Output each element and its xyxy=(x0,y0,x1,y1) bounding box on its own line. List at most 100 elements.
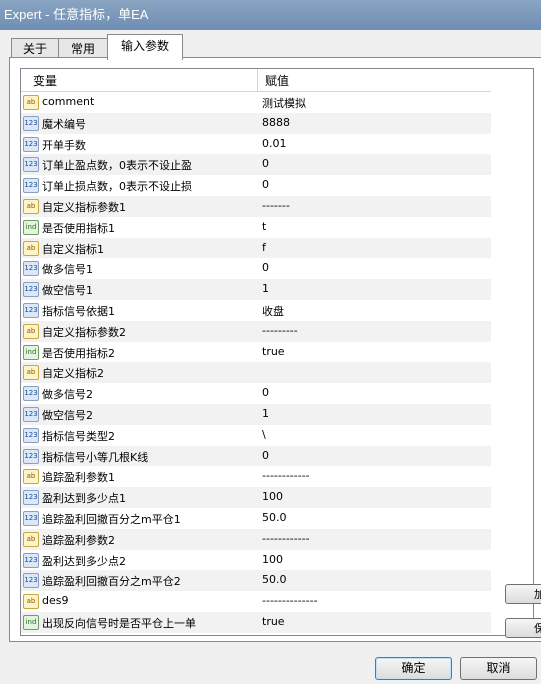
number-type-icon: 123 xyxy=(23,573,39,589)
parameter-value[interactable]: 8888 xyxy=(262,116,290,129)
bool-type-icon: ind xyxy=(23,219,39,235)
grid-blank-area xyxy=(492,69,533,635)
parameter-row[interactable]: ind 出现反向信号时是否平仓上一单 true xyxy=(21,612,491,633)
parameter-name: 自定义指标参数1 xyxy=(42,201,126,214)
parameter-row[interactable]: ab 自定义指标参数1 ------- xyxy=(21,196,491,217)
parameter-name: 魔术编号 xyxy=(42,117,86,131)
parameter-row[interactable]: ind 是否使用指标1 t xyxy=(21,216,491,238)
parameter-value[interactable]: 100 xyxy=(262,553,283,566)
window-title: Expert - 任意指标，单EA xyxy=(4,7,149,22)
tab-about[interactable]: 关于 xyxy=(11,38,59,59)
grid-header: 变量 赋值 xyxy=(21,69,491,92)
parameter-row[interactable]: 123 订单止盈点数，0表示不设止盈 0 xyxy=(21,154,491,176)
parameter-name: 自定义指标1 xyxy=(42,242,104,256)
parameter-row[interactable]: 123 指标信号小等几根K线 0 xyxy=(21,445,491,467)
number-type-icon: 123 xyxy=(23,157,39,173)
title-bar: Expert - 任意指标，单EA xyxy=(0,0,541,30)
parameter-name: 做空信号1 xyxy=(42,284,93,298)
number-type-icon: 123 xyxy=(23,261,39,277)
number-type-icon: 123 xyxy=(23,303,39,318)
number-type-icon: 123 xyxy=(23,427,39,443)
save-button[interactable]: 保 xyxy=(505,618,541,638)
parameter-value[interactable]: -------------- xyxy=(262,594,318,607)
parameter-name: comment xyxy=(42,95,95,108)
column-header-variable[interactable]: 变量 xyxy=(33,72,57,89)
parameter-row[interactable]: 123 指标信号类型2 \ xyxy=(21,424,491,446)
parameter-value[interactable]: 0 xyxy=(262,261,269,274)
parameter-row[interactable]: 123 盈利达到多少点1 100 xyxy=(21,487,491,509)
parameter-row[interactable]: 123 做空信号1 1 xyxy=(21,279,491,301)
parameter-row[interactable]: 123 指标信号依据1 收盘 xyxy=(21,300,491,321)
parameter-name: 订单止损点数，0表示不设止损 xyxy=(42,180,192,194)
string-type-icon: ab xyxy=(23,365,39,381)
parameter-value[interactable]: ------------ xyxy=(262,469,310,482)
parameter-value[interactable]: true xyxy=(262,615,285,628)
parameters-grid: 变量 赋值 ab comment 测试模拟 123 魔术编号 8888 123 开单手数 0.0… xyxy=(20,68,534,636)
parameter-row[interactable]: ind 是否使用指标2 true xyxy=(21,341,491,363)
string-type-icon: ab xyxy=(23,95,39,110)
parameter-value[interactable]: 0 xyxy=(262,178,269,191)
parameter-value[interactable]: 50.0 xyxy=(262,511,287,524)
parameter-name: 指标信号小等几根K线 xyxy=(42,450,149,464)
parameter-value[interactable]: ------------ xyxy=(262,532,310,545)
parameter-row[interactable]: ab comment 测试模拟 xyxy=(21,92,491,113)
ok-button[interactable]: 确定 xyxy=(375,657,452,680)
parameter-value[interactable]: true xyxy=(262,345,285,358)
number-type-icon: 123 xyxy=(23,490,39,506)
parameter-name: 盈利达到多少点2 xyxy=(42,554,126,568)
parameter-value[interactable]: 0 xyxy=(262,386,269,399)
parameter-value[interactable]: 测试模拟 xyxy=(262,95,306,111)
parameter-value[interactable]: t xyxy=(262,220,266,233)
parameter-row[interactable]: 123 做多信号2 0 xyxy=(21,383,491,405)
parameter-name: 做多信号1 xyxy=(42,263,93,277)
parameter-row[interactable]: 123 开单手数 0.01 xyxy=(21,133,491,155)
parameter-row[interactable]: 123 追踪盈利回撤百分之m平仓1 50.0 xyxy=(21,508,491,529)
parameter-name: 开单手数 xyxy=(42,138,86,152)
number-type-icon: 123 xyxy=(23,282,39,298)
parameter-row[interactable]: ab 追踪盈利参数1 ------------ xyxy=(21,466,491,488)
string-type-icon: ab xyxy=(23,199,39,214)
parameter-value[interactable]: 0.01 xyxy=(262,137,287,150)
parameter-value[interactable]: ------- xyxy=(262,199,290,212)
parameter-value[interactable]: f xyxy=(262,241,266,254)
tab-common[interactable]: 常用 xyxy=(58,38,108,59)
parameter-row[interactable]: ab 自定义指标2 xyxy=(21,362,491,384)
parameter-row[interactable]: ab 自定义指标1 f xyxy=(21,237,491,259)
parameter-row[interactable]: 123 盈利达到多少点2 100 xyxy=(21,549,491,571)
parameter-name: 做空信号2 xyxy=(42,409,93,422)
parameter-value[interactable]: \ xyxy=(262,428,266,441)
tab-inputs[interactable]: 输入参数 xyxy=(107,34,183,60)
parameter-value[interactable]: 0 xyxy=(262,449,269,462)
parameter-value[interactable]: 0 xyxy=(262,157,269,170)
inputs-panel: 变量 赋值 ab comment 测试模拟 123 魔术编号 8888 123 开单手数 0.0… xyxy=(9,57,541,642)
parameter-name: 是否使用指标2 xyxy=(42,346,115,360)
parameter-row[interactable]: 123 追踪盈利回撤百分之m平仓2 50.0 xyxy=(21,570,491,592)
string-type-icon: ab xyxy=(23,531,39,547)
parameter-value[interactable]: 1 xyxy=(262,407,269,420)
parameter-value[interactable]: 100 xyxy=(262,490,283,503)
parameter-name: 订单止盈点数，0表示不设止盈 xyxy=(42,159,192,173)
column-separator[interactable] xyxy=(257,69,258,91)
parameter-value[interactable]: 收盘 xyxy=(262,303,284,319)
parameter-row[interactable]: 123 魔术编号 8888 xyxy=(21,112,491,134)
parameter-name: 追踪盈利参数2 xyxy=(42,533,115,547)
parameter-value[interactable]: 50.0 xyxy=(262,573,287,586)
number-type-icon: 123 xyxy=(23,448,39,464)
parameter-value[interactable]: 1 xyxy=(262,282,269,295)
parameter-row[interactable]: ab 追踪盈利参数2 ------------ xyxy=(21,528,491,550)
cancel-button[interactable]: 取消 xyxy=(460,657,537,680)
parameter-row[interactable]: 123 订单止损点数，0表示不设止损 0 xyxy=(21,175,491,197)
number-type-icon: 123 xyxy=(23,407,39,422)
parameter-row[interactable]: ab 自定义指标参数2 --------- xyxy=(21,320,491,342)
column-header-value[interactable]: 赋值 xyxy=(265,72,289,89)
string-type-icon: ab xyxy=(23,469,39,485)
parameter-value[interactable]: --------- xyxy=(262,324,298,337)
parameter-name: 追踪盈利参数1 xyxy=(42,471,115,485)
parameter-row[interactable]: 123 做空信号2 1 xyxy=(21,404,491,425)
parameter-row[interactable]: ab des9 -------------- xyxy=(21,591,491,613)
string-type-icon: ab xyxy=(23,240,39,256)
parameter-row[interactable]: 123 做多信号1 0 xyxy=(21,258,491,280)
parameter-name: 做多信号2 xyxy=(42,388,93,402)
parameter-name: des9 xyxy=(42,594,69,608)
load-button[interactable]: 加 xyxy=(505,584,541,604)
